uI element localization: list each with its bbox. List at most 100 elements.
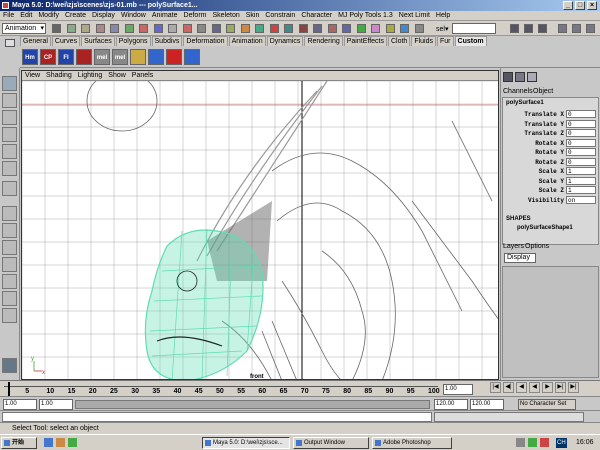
channel-row[interactable]: Translate Z0 (505, 129, 600, 139)
tab-dynamics[interactable]: Dynamics (266, 36, 304, 46)
graph-editor-icon[interactable] (298, 24, 308, 33)
step-forward-key-button[interactable]: ▶| (555, 382, 566, 393)
quicklaunch-ie-icon[interactable] (44, 438, 53, 447)
shelf-item-mel-2[interactable]: mel (112, 49, 128, 65)
attribute-editor-toggle-icon[interactable] (572, 24, 581, 33)
shelf-item-fi[interactable]: FI (58, 49, 74, 65)
shelf-item-hm[interactable]: Hm (22, 49, 38, 65)
tab-custom[interactable]: Custom (454, 36, 487, 46)
layer-editor-icon[interactable] (515, 72, 525, 82)
channel-box-toggle-icon[interactable] (558, 24, 567, 33)
menu-help[interactable]: Help (433, 12, 453, 19)
tab-rendering[interactable]: Rendering (304, 36, 343, 46)
tab-subdivs[interactable]: Subdivs (151, 36, 183, 46)
menu-character[interactable]: Character (298, 12, 335, 19)
snap-plane-icon[interactable] (168, 24, 177, 33)
ipr-icon[interactable] (240, 24, 250, 33)
object-tab[interactable]: Object (533, 88, 553, 95)
shelf-item-brush[interactable] (130, 49, 146, 65)
channel-row[interactable]: Scale Y1 (505, 176, 600, 187)
step-back-button[interactable]: ◀ (516, 382, 527, 393)
channel-row[interactable]: Rotate Y0 (505, 148, 600, 158)
layer-icon[interactable] (414, 24, 424, 33)
menu-skin[interactable]: Skin (243, 12, 263, 19)
tab-fluids[interactable]: Fluids (411, 36, 437, 46)
render-icon[interactable] (510, 24, 519, 33)
viewport-menu-lighting[interactable]: Lighting (75, 72, 106, 79)
channel-row[interactable]: Translate X0 (505, 110, 600, 120)
select-hierarchy-icon[interactable] (81, 24, 90, 33)
shelf-item-cube[interactable] (148, 49, 164, 65)
dope-sheet-icon[interactable] (313, 24, 322, 33)
step-back-key-button[interactable]: ◀| (503, 382, 514, 393)
channel-value[interactable]: 1 (566, 176, 596, 185)
tray-app-icon[interactable] (528, 438, 537, 447)
taskbar-maya[interactable]: Maya 5.0: D:\wei\zjs\sce... (202, 437, 290, 449)
play-forward-button[interactable]: ▶ (542, 382, 553, 393)
channel-row[interactable]: Translate Y0 (505, 119, 600, 130)
shelf-menu-icon[interactable] (5, 39, 15, 47)
current-time-marker[interactable] (8, 382, 10, 396)
tool-settings-toggle-icon[interactable] (586, 24, 595, 33)
shelf-item-tool[interactable] (76, 49, 92, 65)
channel-value[interactable]: 0 (566, 129, 596, 137)
menu-create[interactable]: Create (62, 12, 89, 19)
playback-start-field[interactable]: 1.00 (39, 399, 73, 410)
select-component-icon[interactable] (110, 24, 119, 33)
channel-row[interactable]: Rotate X0 (505, 138, 600, 149)
viewport-menu-shading[interactable]: Shading (43, 72, 75, 79)
menu-mj-poly-tools[interactable]: MJ Poly Tools 1.3 (335, 12, 396, 19)
layout-render-icon[interactable] (2, 308, 17, 323)
shelf-item-extrude[interactable] (184, 49, 200, 65)
options-tab[interactable]: Options (525, 243, 549, 250)
shape-node-name[interactable]: polySurfaceShape1 (517, 225, 573, 231)
tab-surfaces[interactable]: Surfaces (81, 36, 115, 46)
channel-value[interactable]: 0 (566, 138, 596, 147)
snap-curve-icon[interactable] (139, 24, 148, 33)
menu-set-dropdown[interactable]: Animation (2, 23, 46, 34)
menu-window[interactable]: Window (118, 12, 149, 19)
layout-hypershade-icon[interactable] (2, 291, 17, 306)
rotate-tool-icon[interactable] (2, 127, 17, 142)
tab-curves[interactable]: Curves (51, 36, 81, 46)
layout-outliner-icon[interactable] (2, 257, 17, 272)
shelf-item-cp[interactable]: CP (40, 49, 56, 65)
render-settings-icon[interactable] (255, 24, 264, 33)
ipr-render-icon[interactable] (524, 24, 533, 33)
play-back-button[interactable]: ◀ (529, 382, 540, 393)
tab-polygons[interactable]: Polygons (115, 36, 151, 46)
quicklaunch-app-icon[interactable] (68, 438, 77, 447)
tab-general[interactable]: General (20, 36, 51, 46)
channels-tab[interactable]: Channels (503, 88, 533, 95)
channel-value[interactable]: 0 (566, 119, 596, 128)
hypershade-icon[interactable] (269, 24, 279, 33)
menu-next-limit[interactable]: Next Limit (396, 12, 433, 19)
menu-modify[interactable]: Modify (35, 12, 62, 19)
viewport-menu-show[interactable]: Show (105, 72, 129, 79)
go-start-button[interactable]: |◀ (490, 382, 501, 393)
script-icon[interactable] (385, 24, 395, 33)
hypergraph-icon[interactable] (342, 24, 351, 33)
layer-list[interactable] (502, 266, 599, 378)
manipulator-tool-icon[interactable] (2, 161, 17, 176)
channel-row[interactable]: Scale Z1 (505, 186, 600, 196)
history-icon[interactable] (182, 24, 192, 33)
input-language-indicator[interactable]: CH (556, 438, 567, 448)
render-current-icon[interactable] (226, 24, 235, 33)
taskbar-output-window[interactable]: Output Window (293, 437, 369, 449)
viewport-menu-view[interactable]: View (22, 72, 43, 79)
start-button[interactable]: 开始 (1, 437, 37, 449)
quick-select-field[interactable] (452, 23, 496, 34)
paint-icon[interactable] (371, 24, 380, 33)
menu-edit[interactable]: Edit (17, 12, 35, 19)
tray-network-icon[interactable] (516, 438, 525, 447)
channel-layer-icon[interactable] (527, 72, 537, 82)
channel-value[interactable]: 0 (566, 157, 596, 166)
tab-painteffects[interactable]: PaintEffects (343, 36, 387, 46)
viewport-canvas[interactable]: front y x (22, 81, 499, 380)
attribute-icon[interactable] (400, 24, 409, 33)
go-end-button[interactable]: ▶| (568, 382, 579, 393)
select-tool-icon[interactable] (2, 76, 17, 91)
shelf-item-mel-1[interactable]: mel (94, 49, 110, 65)
start-time-field[interactable]: 1.00 (3, 399, 37, 410)
